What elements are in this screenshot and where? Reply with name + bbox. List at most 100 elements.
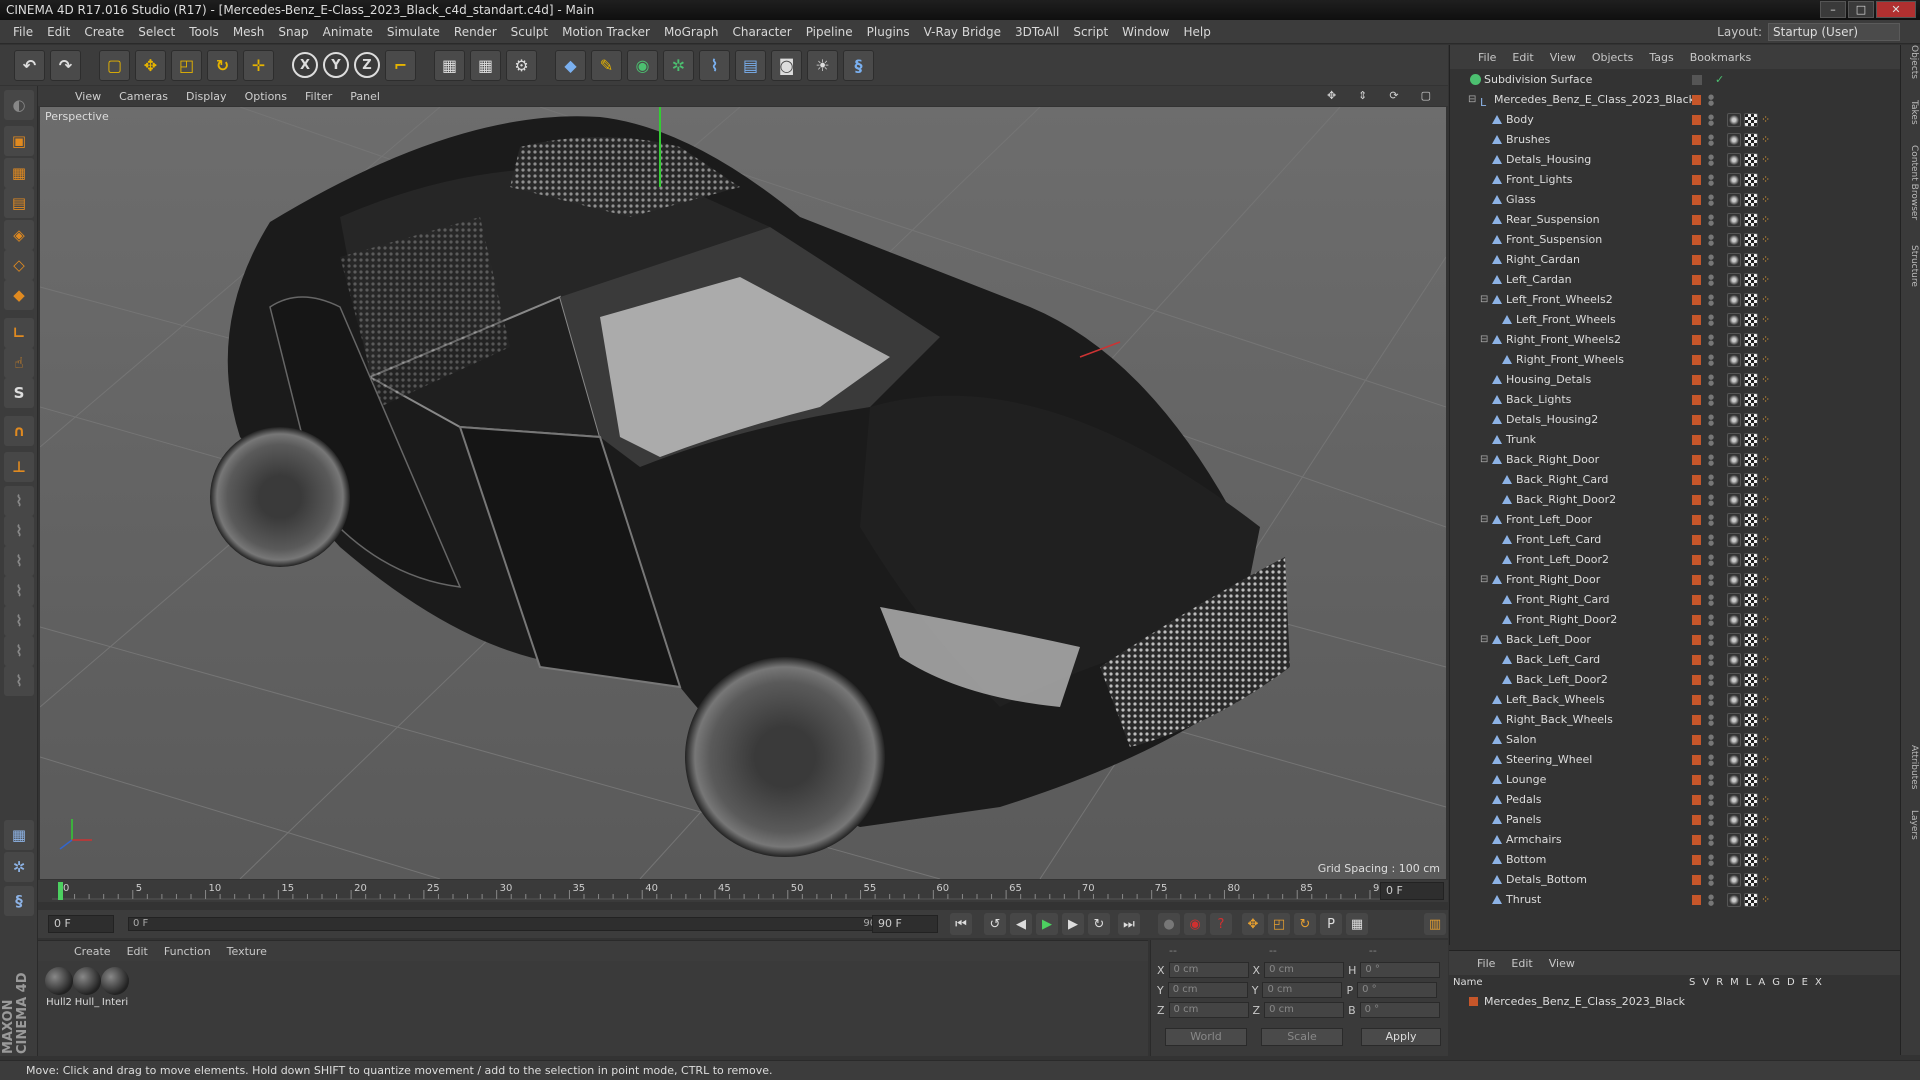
- layer-color-toggle[interactable]: [1692, 695, 1701, 705]
- visibility-dots-icon[interactable]: ● ●: [1708, 414, 1714, 427]
- object-row[interactable]: Front_Lights ● ● ⁘: [1450, 170, 1901, 190]
- layer-color-toggle[interactable]: [1692, 215, 1701, 225]
- tab-attributes[interactable]: Attributes: [1903, 745, 1919, 789]
- rot-b-field[interactable]: 0 °: [1359, 1002, 1440, 1018]
- uvw-tag-icon[interactable]: [1744, 873, 1758, 887]
- phong-tag-icon[interactable]: [1727, 693, 1741, 707]
- object-row[interactable]: ⊟ Front_Left_Door ● ● ⁘: [1450, 510, 1901, 530]
- layer-menu-view[interactable]: View: [1541, 957, 1583, 970]
- tab-layers[interactable]: Layers: [1903, 810, 1919, 840]
- uvw-tag-icon[interactable]: [1744, 493, 1758, 507]
- phong-tag-icon[interactable]: [1727, 493, 1741, 507]
- phong-tag-icon[interactable]: [1727, 313, 1741, 327]
- material-tag-icon[interactable]: ⁘: [1761, 313, 1775, 327]
- menu-pipeline[interactable]: Pipeline: [799, 25, 860, 39]
- menu-snap[interactable]: Snap: [271, 25, 315, 39]
- visibility-dots-icon[interactable]: ● ●: [1708, 754, 1714, 767]
- visibility-dots-icon[interactable]: ● ●: [1708, 534, 1714, 547]
- material-tag-icon[interactable]: ⁘: [1761, 713, 1775, 727]
- object-row[interactable]: Left_Cardan ● ● ⁘: [1450, 270, 1901, 290]
- visibility-dots-icon[interactable]: ● ●: [1708, 394, 1714, 407]
- visibility-dots-icon[interactable]: ● ●: [1708, 714, 1714, 727]
- previous-frame-icon[interactable]: ◀: [1010, 913, 1032, 935]
- expand-toggle-icon[interactable]: ⊟: [1480, 290, 1488, 310]
- uvw-tag-icon[interactable]: [1744, 533, 1758, 547]
- viewport-menu-options[interactable]: Options: [236, 90, 296, 103]
- phong-tag-icon[interactable]: [1727, 473, 1741, 487]
- render-view-icon[interactable]: ▦: [434, 49, 465, 81]
- material-tag-icon[interactable]: ⁘: [1761, 673, 1775, 687]
- phong-tag-icon[interactable]: [1727, 753, 1741, 767]
- material-tag-icon[interactable]: ⁘: [1761, 433, 1775, 447]
- phong-tag-icon[interactable]: [1727, 213, 1741, 227]
- expand-toggle-icon[interactable]: ⊟: [1480, 630, 1488, 650]
- timeline-ruler[interactable]: 051015202530354045505560657075808590 0 F: [38, 880, 1448, 902]
- key-scale-icon[interactable]: ◰: [1268, 913, 1290, 935]
- visibility-dots-icon[interactable]: ● ●: [1708, 874, 1714, 887]
- material-tag-icon[interactable]: ⁘: [1761, 373, 1775, 387]
- layer-color-toggle[interactable]: [1692, 795, 1701, 805]
- material-menu-texture[interactable]: Texture: [219, 945, 275, 958]
- menu-3dtoall[interactable]: 3DToAll: [1008, 25, 1066, 39]
- menu-select[interactable]: Select: [131, 25, 182, 39]
- visibility-dots-icon[interactable]: ● ●: [1708, 574, 1714, 587]
- phong-tag-icon[interactable]: [1727, 733, 1741, 747]
- layer-color-toggle[interactable]: [1692, 95, 1701, 105]
- object-row[interactable]: Steering_Wheel ● ● ⁘: [1450, 750, 1901, 770]
- phong-tag-icon[interactable]: [1727, 593, 1741, 607]
- object-row[interactable]: Glass ● ● ⁘: [1450, 190, 1901, 210]
- visibility-dots-icon[interactable]: ● ●: [1708, 234, 1714, 247]
- uvw-tag-icon[interactable]: [1744, 593, 1758, 607]
- visibility-dots-icon[interactable]: ● ●: [1708, 214, 1714, 227]
- uvw-tag-icon[interactable]: [1744, 693, 1758, 707]
- object-row[interactable]: Body ● ● ⁘: [1450, 110, 1901, 130]
- object-menu-view[interactable]: View: [1542, 51, 1584, 64]
- end-frame-field[interactable]: 90 F: [872, 915, 938, 933]
- material-tag-icon[interactable]: ⁘: [1761, 893, 1775, 907]
- layer-color-toggle[interactable]: [1692, 495, 1701, 505]
- uvw-tag-icon[interactable]: [1744, 333, 1758, 347]
- size-y-field[interactable]: 0 cm: [1262, 982, 1343, 998]
- object-row[interactable]: Front_Right_Door2 ● ● ⁘: [1450, 610, 1901, 630]
- menu-edit[interactable]: Edit: [40, 25, 77, 39]
- previous-key-icon[interactable]: ↺: [984, 913, 1006, 935]
- object-row[interactable]: Armchairs ● ● ⁘: [1450, 830, 1901, 850]
- visibility-dots-icon[interactable]: ● ●: [1708, 794, 1714, 807]
- polygons-mode-icon[interactable]: ◆: [4, 280, 34, 310]
- z-axis-lock-icon[interactable]: Z: [354, 52, 380, 78]
- material-tag-icon[interactable]: ⁘: [1761, 233, 1775, 247]
- pos-y-field[interactable]: 0 cm: [1167, 982, 1248, 998]
- visibility-dots-icon[interactable]: ● ●: [1708, 634, 1714, 647]
- object-row[interactable]: Detals_Housing ● ● ⁘: [1450, 150, 1901, 170]
- pan-icon[interactable]: ✥: [1318, 89, 1345, 102]
- layer-color-toggle[interactable]: [1692, 775, 1701, 785]
- material-tag-icon[interactable]: ⁘: [1761, 493, 1775, 507]
- expand-toggle-icon[interactable]: ⊟: [1468, 90, 1476, 110]
- layer-menu-edit[interactable]: Edit: [1503, 957, 1540, 970]
- uvw-tag-icon[interactable]: [1744, 353, 1758, 367]
- phong-tag-icon[interactable]: [1727, 853, 1741, 867]
- object-row[interactable]: ⊟ Left_Front_Wheels2 ● ● ⁘: [1450, 290, 1901, 310]
- layer-color-toggle[interactable]: [1692, 295, 1701, 305]
- minimize-button[interactable]: –: [1820, 1, 1846, 18]
- phong-tag-icon[interactable]: [1727, 813, 1741, 827]
- material-tag-icon[interactable]: ⁘: [1761, 273, 1775, 287]
- visibility-dots-icon[interactable]: ● ●: [1708, 834, 1714, 847]
- material-tag-icon[interactable]: ⁘: [1761, 693, 1775, 707]
- go-to-start-icon[interactable]: ⏮: [950, 913, 972, 935]
- material-tag-icon[interactable]: ⁘: [1761, 873, 1775, 887]
- sculpt-tool-2-icon[interactable]: ⌇: [4, 516, 34, 546]
- layer-color-toggle[interactable]: [1692, 175, 1701, 185]
- visibility-dots-icon[interactable]: ● ●: [1708, 274, 1714, 287]
- phong-tag-icon[interactable]: [1727, 373, 1741, 387]
- uvw-tag-icon[interactable]: [1744, 213, 1758, 227]
- uvw-tag-icon[interactable]: [1744, 453, 1758, 467]
- material-tag-icon[interactable]: ⁘: [1761, 513, 1775, 527]
- expand-toggle-icon[interactable]: ⊟: [1480, 570, 1488, 590]
- phong-tag-icon[interactable]: [1727, 553, 1741, 567]
- layer-color-toggle[interactable]: [1692, 455, 1701, 465]
- tweak-mode-icon[interactable]: ☝: [4, 348, 34, 378]
- material-tag-icon[interactable]: ⁘: [1761, 173, 1775, 187]
- visibility-dots-icon[interactable]: ● ●: [1708, 514, 1714, 527]
- uvw-tag-icon[interactable]: [1744, 753, 1758, 767]
